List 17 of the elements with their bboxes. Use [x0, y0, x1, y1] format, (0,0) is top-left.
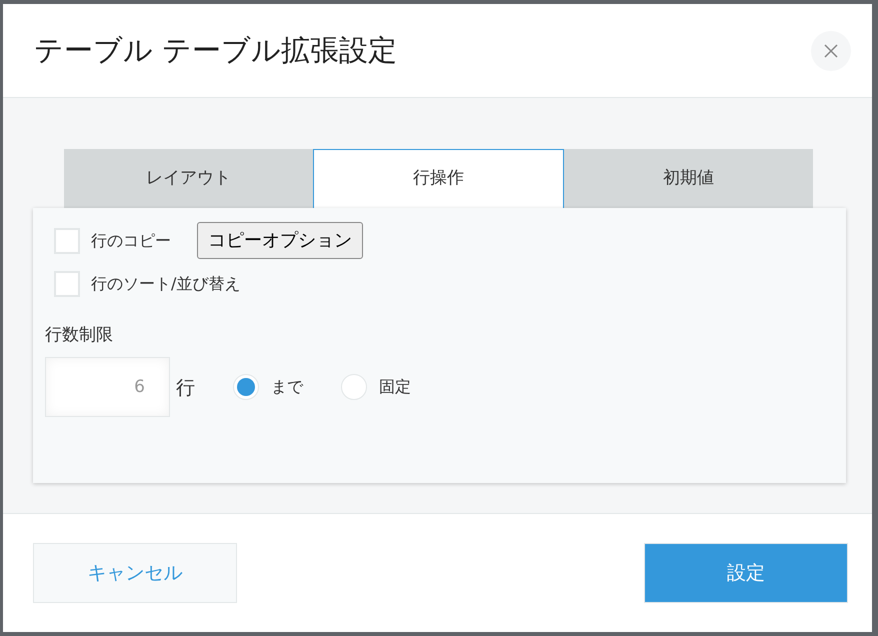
- close-button[interactable]: [811, 30, 851, 70]
- copy-options-button[interactable]: コピーオプション: [197, 222, 363, 259]
- radio-label: まで: [271, 376, 303, 398]
- radio-button[interactable]: [233, 374, 259, 400]
- tab[interactable]: 初期値: [564, 149, 813, 208]
- checkbox-label: 行のコピー: [91, 230, 171, 252]
- tab[interactable]: レイアウト: [64, 149, 313, 208]
- radio-button[interactable]: [341, 374, 367, 400]
- close-icon: [824, 44, 838, 58]
- checkbox[interactable]: [54, 271, 80, 297]
- dialog-title: テーブル テーブル拡張設定: [34, 32, 398, 69]
- unit-label: 行: [176, 376, 195, 402]
- checkbox-label: 行のソート/並び替え: [91, 273, 240, 295]
- radio-label: 固定: [379, 376, 411, 398]
- checkbox[interactable]: [54, 228, 80, 254]
- section-label: 行数制限: [45, 324, 114, 347]
- tab[interactable]: 行操作: [313, 149, 564, 208]
